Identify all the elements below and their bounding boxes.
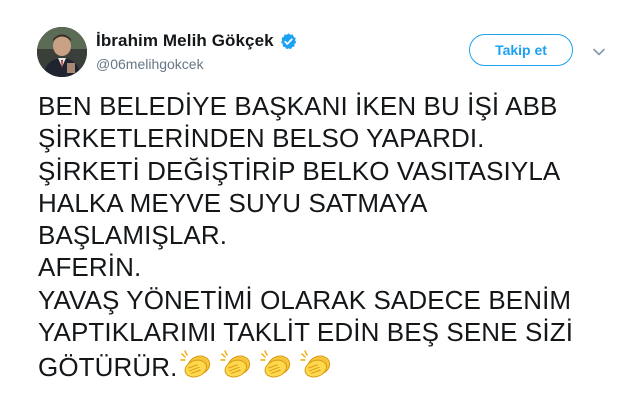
- tweet-line: ŞİRKETİ DEĞİŞTİRİP BELKO VASITASIYLA: [38, 155, 561, 186]
- author-handle[interactable]: @06melihgokcek: [96, 56, 204, 72]
- clapping-hands-icon: [219, 348, 256, 380]
- follow-button[interactable]: Takip et: [469, 34, 573, 66]
- tweet-card: İbrahim Melih Gökçek @06melihgokcek Taki…: [0, 0, 640, 393]
- clapping-hands-icon: [259, 348, 296, 380]
- avatar[interactable]: [37, 27, 87, 77]
- tweet-line-text: GÖTÜRÜR.: [38, 352, 178, 383]
- tweet-line: HALKA MEYVE SUYU SATMAYA: [38, 187, 428, 218]
- clapping-hands-icon: [179, 348, 216, 380]
- chevron-down-icon[interactable]: [592, 44, 606, 56]
- tweet-line: YAVAŞ YÖNETİMİ OLARAK SADECE BENİM: [38, 284, 572, 315]
- clapping-hands-icon: [299, 348, 336, 380]
- clap-emoji-row: [179, 348, 339, 380]
- tweet-line: YAPTIKLARIMI TAKLİT EDİN BEŞ SENE SİZİ: [38, 317, 574, 348]
- tweet-line: AFERİN.: [38, 252, 142, 283]
- tweet-line: ŞİRKETLERİNDEN BELSO YAPARDI.: [38, 123, 485, 154]
- verified-badge-icon: [279, 32, 298, 51]
- tweet-line: BEN BELEDİYE BAŞKANI İKEN BU İŞİ ABB: [38, 91, 558, 121]
- tweet-text: BEN BELEDİYE BAŞKANI İKEN BU İŞİ ABB ŞİR…: [38, 90, 628, 384]
- tweet-line: BAŞLAMIŞLAR.: [38, 220, 228, 251]
- author-display-name[interactable]: İbrahim Melih Gökçek: [96, 31, 274, 51]
- author-name-row[interactable]: İbrahim Melih Gökçek: [96, 31, 298, 51]
- tweet-line-last: GÖTÜRÜR.: [38, 348, 628, 383]
